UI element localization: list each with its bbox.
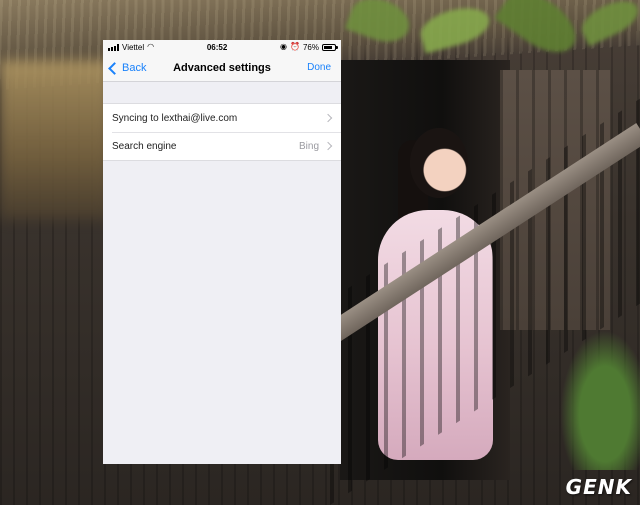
done-button[interactable]: Done: [307, 62, 331, 73]
navigation-bar: Back Advanced settings Done: [103, 54, 341, 82]
settings-row-search-engine[interactable]: Search engine Bing: [103, 132, 341, 160]
status-time: 06:52: [206, 42, 228, 52]
signal-icon: [108, 43, 119, 51]
wifi-icon: ◠: [147, 42, 155, 51]
settings-row-sync[interactable]: Syncing to lexthai@live.com: [103, 104, 341, 132]
page-title: Advanced settings: [173, 61, 271, 74]
settings-row-accessory: Bing: [299, 141, 333, 152]
blurred-foreground: [0, 60, 110, 220]
settings-row-label: Search engine: [112, 140, 177, 152]
settings-row-value: Bing: [298, 140, 319, 152]
battery-percent: 76%: [302, 42, 319, 52]
person-head: [410, 128, 468, 198]
settings-list: Syncing to lexthai@live.com Search engin…: [103, 103, 341, 161]
battery-fill: [323, 45, 332, 49]
orientation-lock-icon: ◉: [280, 42, 287, 51]
chevron-right-icon: [323, 113, 333, 123]
battery-icon: [321, 43, 338, 51]
carrier-name: Viettel: [122, 42, 145, 52]
status-left: Viettel ◠: [108, 43, 154, 52]
genk-watermark-logo: GENK: [565, 475, 632, 499]
settings-row-label: Syncing to lexthai@live.com: [112, 112, 238, 124]
chevron-right-icon: [323, 141, 333, 151]
status-right: ◉ ⏰ 76%: [280, 42, 338, 52]
settings-row-accessory: [319, 113, 333, 123]
plant: [560, 330, 640, 470]
alarm-icon: ⏰: [290, 42, 300, 51]
status-bar: Viettel ◠ 06:52 ◉ ⏰ 76%: [103, 40, 341, 54]
phone-screen: Viettel ◠ 06:52 ◉ ⏰ 76% Back Advanced se…: [103, 40, 341, 464]
